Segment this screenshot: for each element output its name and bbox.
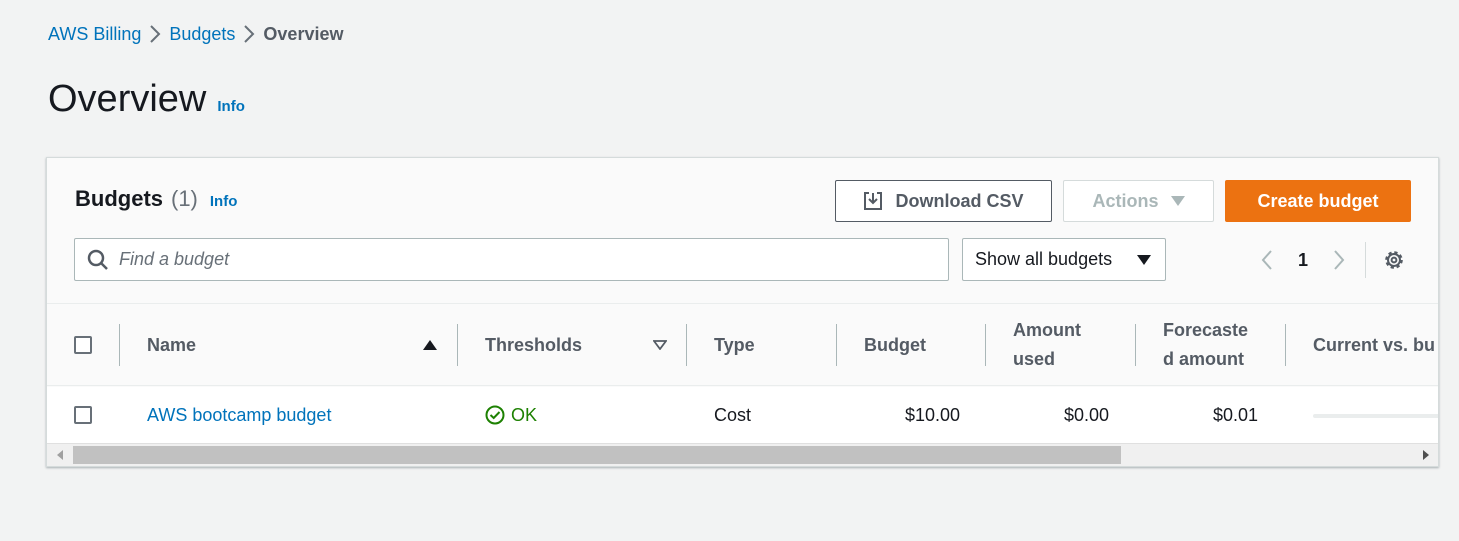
chevron-right-icon [235,22,263,46]
table-header: Name Thresholds Type Budget Amount used [47,304,1438,386]
gear-icon[interactable] [1381,247,1407,273]
sort-ascending-icon [423,340,437,350]
status-text: OK [511,404,538,425]
caret-down-icon [1137,254,1151,265]
column-divider [836,324,837,366]
chevron-right-icon[interactable] [1325,246,1353,274]
row-checkbox[interactable] [74,406,92,424]
budget-filter-value: Show all budgets [975,249,1113,269]
column-divider [985,324,986,366]
download-icon [864,192,883,210]
budgets-count: (1) [171,186,198,211]
scrollbar-thumb[interactable] [73,446,1121,464]
column-header-amount-used[interactable]: Amount used [1013,304,1081,386]
column-header-amount-used-line2: used [1013,349,1056,369]
row-amount-used-cell: $0.00 [1063,404,1109,425]
search-box [74,238,949,281]
budgets-info-link[interactable]: Info [210,193,238,210]
column-divider [457,324,458,366]
row-forecasted-amount-cell: $0.01 [1212,404,1258,425]
caret-down-icon [1170,196,1185,206]
budget-filter-select[interactable]: Show all budgets [962,238,1166,281]
column-header-forecasted-amount[interactable]: Forecaste d amount [1163,304,1248,386]
page-title: Overview [48,78,207,120]
pagination: 1 [1253,246,1353,274]
breadcrumb-budgets[interactable]: Budgets [169,24,235,45]
search-icon [87,249,108,270]
budgets-panel: Budgets (1) Info Download CSV Actions Cr… [46,157,1439,467]
row-select-cell [74,387,92,443]
column-divider [1135,324,1136,366]
column-header-amount-used-line1: Amount [1013,320,1081,340]
column-header-name-label: Name [147,334,197,355]
status-badge: OK [485,405,537,426]
column-header-current-vs-budgeted[interactable]: Current vs. bu [1313,304,1435,386]
budgets-table: Name Thresholds Type Budget Amount used [47,303,1438,443]
column-header-forecasted-line1: Forecaste [1163,320,1249,340]
current-page-number[interactable]: 1 [1281,250,1325,271]
column-divider [1285,324,1286,366]
column-header-thresholds-label: Thresholds [485,334,583,355]
breadcrumb-aws-billing[interactable]: AWS Billing [48,24,141,45]
current-vs-budgeted-progress-bar [1313,414,1438,418]
search-input[interactable] [119,249,899,270]
column-header-forecasted-line2: d amount [1163,349,1244,369]
column-header-budget[interactable]: Budget [864,304,926,386]
column-header-type[interactable]: Type [714,304,755,386]
column-divider [686,324,687,366]
row-thresholds-cell: OK [485,387,537,443]
page-info-link[interactable]: Info [217,98,245,115]
select-all-checkbox[interactable] [74,336,92,354]
budget-name-link[interactable]: AWS bootcamp budget [147,405,331,426]
actions-label: Actions [1092,190,1159,211]
row-budget-cell: $10.00 [904,404,960,425]
create-budget-button[interactable]: Create budget [1225,180,1411,222]
column-header-thresholds[interactable]: Thresholds [485,304,670,386]
download-csv-button[interactable]: Download CSV [835,180,1052,222]
chevron-right-icon [141,22,169,46]
column-header-name[interactable]: Name [147,304,442,386]
row-type-cell: Cost [714,404,752,425]
chevron-left-icon[interactable] [1253,246,1281,274]
column-divider [119,324,120,366]
budgets-panel-title: Budgets [75,186,163,211]
scroll-left-arrow-icon[interactable] [51,444,68,466]
sort-descending-icon [653,340,667,350]
table-row: AWS bootcamp budget OK Cost $10.00 $0.00… [47,387,1438,443]
horizontal-scrollbar[interactable] [47,443,1438,466]
breadcrumb-current-overview: Overview [263,23,344,44]
breadcrumb: AWS Billing Budgets Overview [48,22,343,46]
check-circle-icon [485,405,505,425]
download-csv-label: Download CSV [895,190,1024,211]
budgets-panel-header: Budgets (1) Info [75,186,237,212]
row-name-cell: AWS bootcamp budget [147,387,331,443]
page-header: Overview Info [48,78,245,121]
actions-button[interactable]: Actions [1063,180,1214,222]
pagination-divider [1365,242,1366,278]
select-all-cell [74,304,92,386]
scroll-right-arrow-icon[interactable] [1417,444,1434,466]
